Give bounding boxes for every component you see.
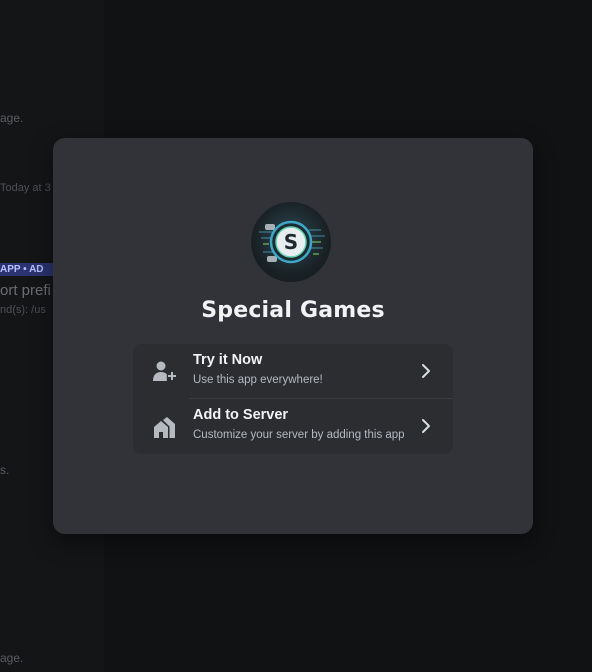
- background-timestamp-fragment: Today at 3: [0, 182, 51, 194]
- background-message-fragment: ort prefi: [0, 282, 51, 299]
- background-message-fragment: nd(s): /us: [0, 304, 46, 316]
- app-install-modal: S Special Games Try it Now Use this app …: [53, 138, 533, 534]
- user-add-icon: [153, 361, 176, 381]
- background-message-fragment: age.: [0, 651, 24, 665]
- try-it-now-option[interactable]: Try it Now Use this app everywhere!: [133, 344, 453, 398]
- chevron-right-icon: [422, 364, 430, 378]
- app-name-title: Special Games: [201, 298, 385, 323]
- background-message-fragment: age.: [0, 111, 24, 125]
- chevron-right-icon: [422, 419, 430, 433]
- add-to-server-title: Add to Server: [193, 407, 289, 423]
- app-logo-icon: S: [259, 220, 325, 264]
- try-it-now-title: Try it Now: [193, 352, 263, 368]
- background-message-fragment: s.: [0, 463, 10, 477]
- svg-text:S: S: [284, 230, 298, 254]
- add-to-server-option[interactable]: Add to Server Customize your server by a…: [133, 399, 453, 453]
- background-app-tag: APP • AD: [0, 263, 56, 276]
- try-it-now-subtitle: Use this app everywhere!: [193, 374, 323, 386]
- install-options-list: Try it Now Use this app everywhere! Add …: [133, 344, 453, 454]
- server-add-icon: [154, 417, 175, 438]
- app-avatar: S: [251, 202, 331, 282]
- add-to-server-subtitle: Customize your server by adding this app: [193, 429, 405, 441]
